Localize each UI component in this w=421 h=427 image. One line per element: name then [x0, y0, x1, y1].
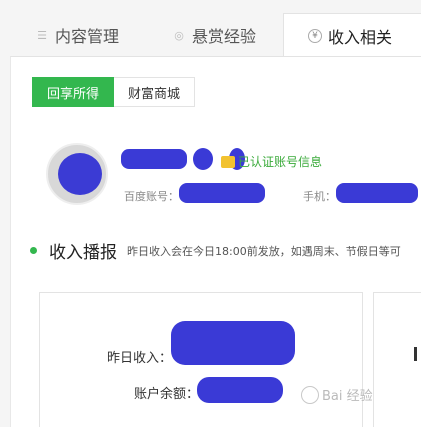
subtabs: 回享所得 财富商城 [32, 77, 196, 107]
tab-label: 内容管理 [55, 27, 120, 46]
list-icon: ☰ [37, 28, 47, 42]
subtab-share-earnings[interactable]: 回享所得 [32, 77, 115, 107]
bullet-dot [30, 247, 37, 254]
subtab-wealth-mall[interactable]: 财富商城 [114, 77, 196, 107]
reward-icon: ◎ [174, 28, 184, 42]
baidu-account-redaction [179, 183, 265, 203]
income-broadcast-header: 收入播报 昨日收入会在今日18:00前发放，如遇周末、节假日等可 [30, 238, 401, 263]
section-title: 收入播报 [49, 243, 117, 263]
top-tabs: ☰ 内容管理 ◎ 悬赏经验 ¥ 收入相关 [10, 13, 421, 57]
tab-income[interactable]: ¥ 收入相关 [283, 13, 421, 57]
secondary-card [373, 292, 421, 427]
tab-label: 收入相关 [328, 27, 393, 47]
yesterday-income-label: 昨日收入： [107, 351, 173, 366]
income-panel: 回享所得 财富商城 已认证账号信息 百度账号： 手机： 收入播报 昨日收入会在今… [10, 56, 421, 427]
baidu-paw-icon [301, 385, 319, 404]
yen-icon: ¥ [308, 28, 322, 43]
avatar-redaction [58, 153, 102, 195]
yesterday-income-redaction [171, 321, 295, 365]
tab-content-management[interactable]: ☰ 内容管理 [35, 13, 119, 57]
account-balance-redaction [197, 377, 283, 403]
tab-label: 悬赏经验 [192, 27, 257, 46]
watermark-text: Bai 经验 [322, 389, 373, 404]
username-redaction [121, 149, 187, 169]
tab-reward-experience[interactable]: ◎ 悬赏经验 [172, 13, 256, 57]
secondary-card-text-fragment [414, 347, 417, 361]
broadcast-note: 昨日收入会在今日18:00前发放，如遇周末、节假日等可 [127, 244, 401, 258]
verified-info-link[interactable]: 已认证账号信息 [221, 153, 322, 170]
baidu-watermark: Bai 经验 [301, 385, 373, 404]
badge-redaction [193, 148, 213, 170]
phone-label: 手机： [303, 190, 336, 203]
verified-text: 已认证账号信息 [238, 155, 323, 169]
phone-redaction [336, 183, 418, 203]
avatar[interactable] [46, 143, 108, 205]
account-balance-label: 账户余额： [134, 387, 200, 402]
verified-badge-icon [221, 155, 235, 168]
baidu-account-label: 百度账号： [124, 190, 179, 203]
